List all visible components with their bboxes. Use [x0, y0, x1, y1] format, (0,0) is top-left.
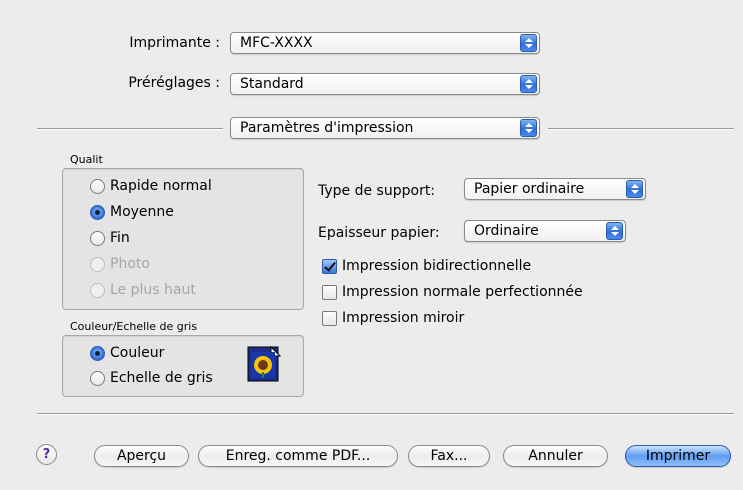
quality-option-fin[interactable]: Fin: [90, 230, 130, 246]
paper-thickness-value: Ordinaire: [474, 223, 539, 239]
color-option-echelle-de-gris[interactable]: Echelle de gris: [90, 370, 213, 386]
panel-popup[interactable]: Paramètres d'impression: [230, 117, 540, 139]
check-mirror[interactable]: Impression miroir: [322, 310, 464, 326]
presets-label: Préréglages :: [128, 75, 220, 91]
presets-value: Standard: [240, 76, 304, 92]
printer-popup[interactable]: MFC-XXXX: [230, 32, 540, 54]
panel-value: Paramètres d'impression: [240, 120, 414, 136]
media-type-popup[interactable]: Papier ordinaire: [464, 178, 646, 200]
popup-arrows-icon: [606, 222, 623, 240]
printer-label: Imprimante :: [129, 35, 220, 51]
print-button[interactable]: Imprimer: [625, 445, 731, 467]
checkbox-checked-icon: [322, 258, 337, 274]
radio-selected-icon: [90, 204, 105, 220]
checkbox-icon: [322, 310, 337, 326]
paper-thickness-popup[interactable]: Ordinaire: [464, 220, 626, 242]
checkbox-icon: [322, 284, 337, 300]
top-separator-left: [37, 128, 223, 130]
printer-value: MFC-XXXX: [240, 35, 313, 51]
sunflower-color-icon: [247, 346, 282, 382]
radio-disabled-icon: [90, 256, 105, 272]
quality-group-label: Qualit: [70, 153, 103, 166]
top-separator-right: [548, 128, 734, 130]
popup-arrows-icon: [520, 119, 537, 137]
popup-arrows-icon: [626, 180, 643, 198]
color-option-couleur[interactable]: Couleur: [90, 345, 164, 361]
quality-option-moyenne[interactable]: Moyenne: [90, 204, 174, 220]
paper-thickness-label: Epaisseur papier:: [318, 225, 440, 241]
popup-arrows-icon: [520, 34, 537, 52]
media-type-value: Papier ordinaire: [474, 181, 585, 197]
radio-icon: [90, 230, 105, 246]
radio-selected-icon: [90, 345, 105, 361]
check-enhanced-normal[interactable]: Impression normale perfectionnée: [322, 284, 583, 300]
presets-popup[interactable]: Standard: [230, 73, 540, 95]
quality-option-le-plus-haut: Le plus haut: [90, 282, 196, 298]
radio-icon: [90, 178, 105, 194]
radio-icon: [90, 370, 105, 386]
quality-option-rapide-normal[interactable]: Rapide normal: [90, 178, 212, 194]
radio-disabled-icon: [90, 282, 105, 298]
save-pdf-button[interactable]: Enreg. comme PDF...: [198, 445, 398, 467]
check-bidirectional[interactable]: Impression bidirectionnelle: [322, 258, 531, 274]
help-button[interactable]: ?: [36, 444, 57, 465]
preview-button[interactable]: Aperçu: [94, 445, 189, 467]
quality-option-photo: Photo: [90, 256, 150, 272]
cancel-button[interactable]: Annuler: [503, 445, 608, 467]
media-type-label: Type de support:: [318, 183, 436, 199]
color-group-label: Couleur/Echelle de gris: [70, 320, 198, 333]
bottom-separator: [37, 413, 734, 415]
popup-arrows-icon: [520, 75, 537, 93]
fax-button[interactable]: Fax...: [408, 445, 490, 467]
